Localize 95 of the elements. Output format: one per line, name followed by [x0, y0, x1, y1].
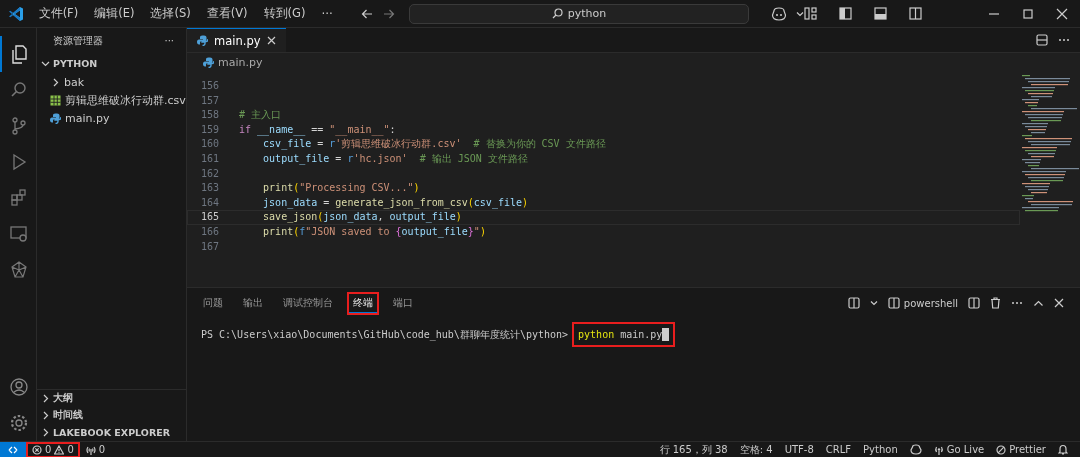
status-item[interactable]: 行 165，列 38 [653, 442, 734, 457]
line-number: 165 [199, 210, 219, 225]
terminal-prompt: PS C:\Users\xiao\Documents\GitHub\code_hub\群聊年度统计\python> [201, 327, 569, 342]
files-icon[interactable] [9, 44, 29, 64]
file-tree-item[interactable]: 剪辑思维破冰行动群.csv [37, 91, 186, 109]
prohibited-icon [996, 444, 1007, 455]
terminal-split-icon [887, 297, 900, 309]
code-line: # 主入口 [239, 108, 282, 123]
back-arrow-icon[interactable] [360, 7, 373, 20]
line-number: 164 [199, 195, 219, 210]
panel-section-header[interactable]: 时间线 [37, 407, 186, 424]
line-number: 163 [199, 181, 219, 196]
remote-explorer-icon[interactable] [9, 224, 29, 244]
split-editor-icon[interactable] [1036, 34, 1048, 46]
code-line: json_data = generate_json_from_csv(csv_file) [262, 195, 529, 211]
split-terminal-icon[interactable] [847, 297, 860, 309]
split-editor-icon[interactable] [909, 7, 922, 20]
prettier-status[interactable]: Prettier [990, 444, 1052, 455]
antenna-icon [85, 444, 96, 455]
panel-tab[interactable]: 调试控制台 [277, 291, 339, 315]
editor-tab[interactable]: main.py [187, 28, 286, 52]
chevron-down-icon[interactable] [869, 299, 878, 307]
line-number: 167 [199, 239, 219, 254]
line-number: 157 [199, 93, 219, 108]
panel-tab[interactable]: 终端 [347, 291, 379, 315]
close-icon[interactable] [1056, 7, 1068, 20]
line-number: 166 [199, 224, 219, 239]
line-number: 162 [199, 166, 219, 181]
problems-status[interactable]: 0 0 [26, 441, 80, 457]
copilot-icon[interactable] [771, 6, 787, 21]
status-item[interactable]: 空格: 4 [733, 442, 779, 457]
close-icon[interactable] [266, 36, 276, 45]
close-icon[interactable] [1054, 298, 1064, 308]
menu-item[interactable]: 文件(F) [30, 6, 87, 21]
account-icon[interactable] [9, 377, 29, 397]
menu-item[interactable]: 转到(G) [255, 6, 314, 21]
line-number: 156 [199, 79, 219, 93]
maximize-icon[interactable] [1022, 7, 1034, 20]
python-file-icon [50, 112, 61, 124]
line-number: 159 [199, 122, 219, 137]
layout-icon[interactable] [804, 7, 817, 20]
error-icon [32, 444, 42, 455]
panel-tab[interactable]: 端口 [387, 291, 419, 315]
settings-icon[interactable] [9, 413, 29, 433]
broadcast-icon [933, 444, 944, 455]
code-line: print("Processing CSV...") [262, 181, 420, 196]
split-terminal-icon[interactable] [968, 297, 980, 309]
python-file-icon [203, 57, 214, 68]
bell-icon[interactable] [1058, 444, 1068, 455]
code-line: save_json(json_data, output_file) [262, 210, 462, 225]
remote-indicator[interactable] [0, 441, 26, 457]
line-number: 158 [199, 108, 219, 123]
file-tree-item[interactable]: main.py [37, 109, 186, 127]
chevron-down-icon[interactable] [796, 9, 804, 18]
menu-item[interactable]: 选择(S) [142, 6, 199, 21]
code-line: print(f"JSON saved to {output_file}") [262, 224, 486, 240]
terminal-command: python main.py [578, 329, 663, 340]
python-file-icon [197, 35, 208, 46]
status-item[interactable]: Python [857, 444, 904, 455]
status-item[interactable]: CRLF [819, 444, 858, 455]
code-line: csv_file = r'剪辑思维破冰行动群.csv' # 替换为你的 CSV 文件路径 [262, 137, 606, 152]
code-line: output_file = r'hc.json' # 输出 JSON 文件路径 [262, 151, 528, 167]
status-item[interactable]: UTF-8 [778, 444, 820, 455]
panel-tab[interactable]: 问题 [197, 291, 229, 315]
menu-item[interactable]: 编辑(E) [86, 6, 143, 21]
search-icon [551, 8, 563, 19]
remote-icon [8, 444, 18, 455]
go-live-button[interactable]: Go Live [927, 444, 991, 455]
panel-tab[interactable]: 输出 [237, 291, 269, 315]
warning-icon [54, 444, 65, 455]
file-tree-item[interactable]: bak [37, 73, 186, 91]
terminal-instance[interactable]: powershell [887, 297, 958, 309]
breadcrumb[interactable]: main.py [203, 56, 263, 69]
trash-icon[interactable] [990, 297, 1001, 309]
more-menu-button[interactable]: ··· [313, 6, 341, 21]
menu-item[interactable]: 查看(V) [198, 6, 256, 21]
line-number: 160 [199, 137, 219, 152]
app-logo-icon [8, 5, 24, 22]
line-number: 161 [199, 151, 219, 166]
panel-section-header[interactable]: 大纲 [37, 390, 186, 407]
source-control-icon[interactable] [9, 116, 29, 136]
forward-arrow-icon[interactable] [382, 7, 395, 20]
ports-status[interactable]: 0 [79, 444, 112, 455]
extensions-icon[interactable] [9, 188, 29, 208]
toggle-panel-icon[interactable] [874, 7, 887, 20]
code-line: if __name__ == "__main__": [239, 122, 396, 138]
copilot-icon[interactable] [909, 444, 922, 455]
table-file-icon [50, 94, 61, 106]
panel-section-header[interactable]: LAKEBOOK EXPLORER [37, 424, 186, 441]
terminal-cursor [662, 328, 670, 341]
toggle-sidebar-icon[interactable] [839, 7, 852, 20]
command-search-field[interactable]: python [408, 3, 749, 24]
more-actions-button[interactable]: ··· [164, 35, 174, 46]
explorer-section-header[interactable]: PYTHON [37, 53, 186, 73]
sidebar-title: 资源管理器 [53, 33, 103, 48]
